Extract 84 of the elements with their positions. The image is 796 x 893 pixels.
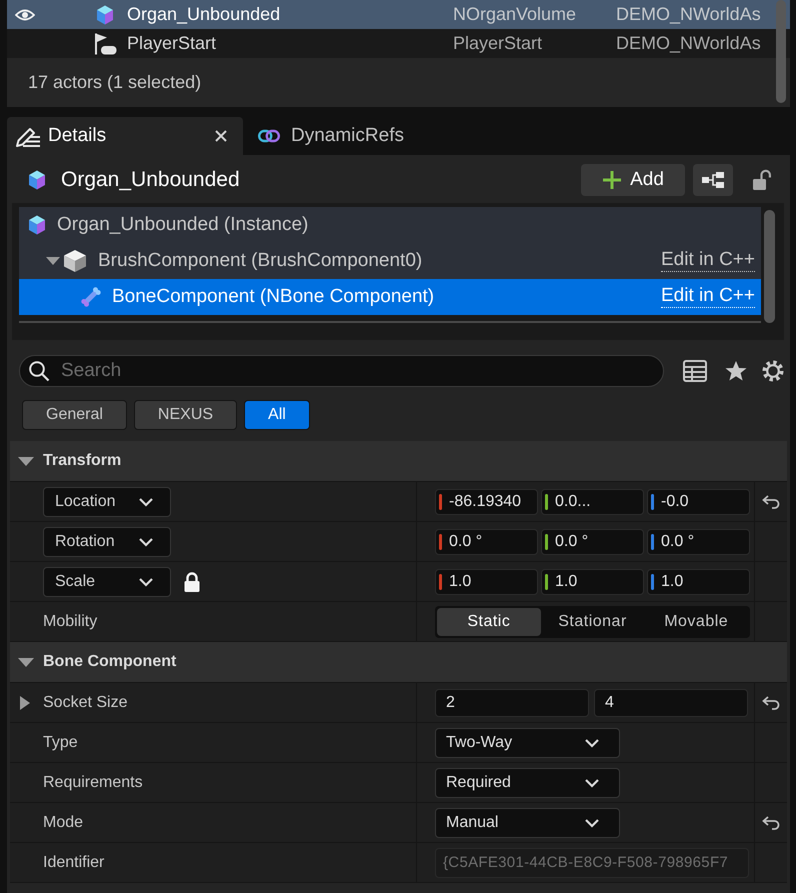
reset-icon[interactable] — [762, 494, 780, 508]
edit-link[interactable]: Edit in C++ — [661, 286, 755, 308]
scrollbar-thumb[interactable] — [764, 210, 775, 323]
star-icon[interactable] — [725, 360, 747, 382]
label-dropdown[interactable]: Scale — [43, 566, 171, 596]
section-title: Transform — [43, 452, 122, 470]
segment-button[interactable]: Static — [437, 608, 541, 636]
dropdown[interactable]: Required — [435, 768, 620, 798]
number-field[interactable]: 2 — [435, 688, 589, 716]
actor-name: PlayerStart — [127, 33, 218, 54]
reset-icon[interactable] — [762, 696, 780, 710]
scrollbar-thumb[interactable] — [776, 0, 786, 103]
close-icon[interactable] — [215, 130, 227, 142]
add-button[interactable]: Add — [581, 164, 685, 196]
component-item[interactable]: BrushComponent (BrushComponent0) Edit in C++ — [19, 243, 761, 279]
search-field[interactable]: Search — [19, 355, 664, 387]
component-name: BrushComponent (BrushComponent0) — [98, 250, 422, 272]
property-label: Identifier — [43, 854, 104, 872]
filter-tab[interactable]: General — [22, 400, 127, 430]
component-item[interactable]: BoneComponent (NBone Component) Edit in C++ — [19, 279, 761, 315]
segment-button[interactable]: Stationar — [540, 608, 644, 636]
actor-type: PlayerStart — [453, 33, 544, 54]
reset-icon[interactable] — [762, 816, 780, 830]
filter-tab[interactable]: All — [244, 400, 310, 430]
chevron-icon — [138, 576, 154, 586]
property-label: Mode — [43, 814, 84, 832]
panel-tab[interactable]: DynamicRefs — [243, 117, 404, 155]
hierarchy-icon — [701, 170, 725, 188]
eye-icon[interactable] — [15, 8, 35, 22]
flag-gamepad-icon — [93, 32, 117, 56]
section-title: Bone Component — [43, 653, 176, 671]
bone-icon — [81, 287, 101, 307]
segment-button[interactable]: Movable — [644, 608, 748, 636]
plus-icon — [602, 170, 622, 190]
property-label: Requirements — [43, 774, 143, 792]
padlock-icon[interactable] — [183, 570, 201, 592]
filter-tab[interactable]: NEXUS — [134, 400, 238, 430]
section-header[interactable]: Transform — [10, 441, 787, 482]
number-field[interactable]: 0.0 ° — [647, 528, 750, 554]
table-cell: DEMO_NWorldAs — [616, 33, 761, 54]
caret-icon[interactable] — [20, 696, 30, 710]
cube-icon — [63, 249, 87, 273]
chevron-icon — [584, 778, 600, 788]
cube-icon — [28, 170, 46, 190]
cube-icon — [28, 215, 46, 235]
number-field[interactable]: 0.0... — [541, 488, 644, 514]
link-icon — [258, 129, 280, 143]
hierarchy-button[interactable] — [693, 164, 733, 196]
table-cell: DEMO_NWorldAs — [616, 4, 761, 25]
property-label: Socket Size — [43, 694, 128, 712]
component-name: BoneComponent (NBone Component) — [112, 286, 434, 308]
panel-tab[interactable]: Details — [7, 117, 243, 155]
actor-title: Organ_Unbounded — [61, 168, 240, 192]
number-field[interactable]: -86.19340 — [435, 488, 538, 514]
number-field[interactable]: 0.0 ° — [541, 528, 644, 554]
chevron-icon — [138, 496, 154, 506]
number-field[interactable]: 1.0 — [435, 568, 538, 594]
cube-icon — [96, 4, 114, 24]
component-name: Organ_Unbounded (Instance) — [57, 214, 308, 236]
search-icon — [28, 360, 50, 382]
actor-name: Organ_Unbounded — [127, 4, 282, 25]
component-item[interactable]: Organ_Unbounded (Instance) — [19, 207, 761, 243]
label-dropdown[interactable]: Location — [43, 486, 171, 516]
outliner-row[interactable]: Organ_Unbounded NOrganVolume DEMO_NWorldAs — [7, 0, 790, 29]
number-field[interactable]: 1.0 — [541, 568, 644, 594]
chevron-icon — [584, 818, 600, 828]
actor-type: NOrganVolume — [453, 4, 578, 25]
actor-count: 17 actors (1 selected) — [28, 72, 202, 93]
number-field[interactable]: -0.0 — [647, 488, 750, 514]
property-label: Type — [43, 734, 78, 752]
chevron-icon — [138, 536, 154, 546]
section-header[interactable]: Bone Component — [10, 642, 787, 683]
number-field[interactable]: 0.0 ° — [435, 528, 538, 554]
settings-icon[interactable] — [762, 360, 784, 382]
chevron-icon — [584, 738, 600, 748]
padlock-open-icon[interactable] — [752, 168, 772, 190]
dropdown[interactable]: Two-Way — [435, 728, 620, 758]
dropdown[interactable]: Manual — [435, 808, 620, 838]
table-icon[interactable] — [683, 360, 707, 382]
edit-link[interactable]: Edit in C++ — [661, 250, 755, 272]
label-dropdown[interactable]: Rotation — [43, 526, 171, 556]
number-field[interactable]: 1.0 — [647, 568, 750, 594]
property-label: Mobility — [43, 612, 98, 630]
number-field[interactable]: 4 — [594, 688, 748, 716]
